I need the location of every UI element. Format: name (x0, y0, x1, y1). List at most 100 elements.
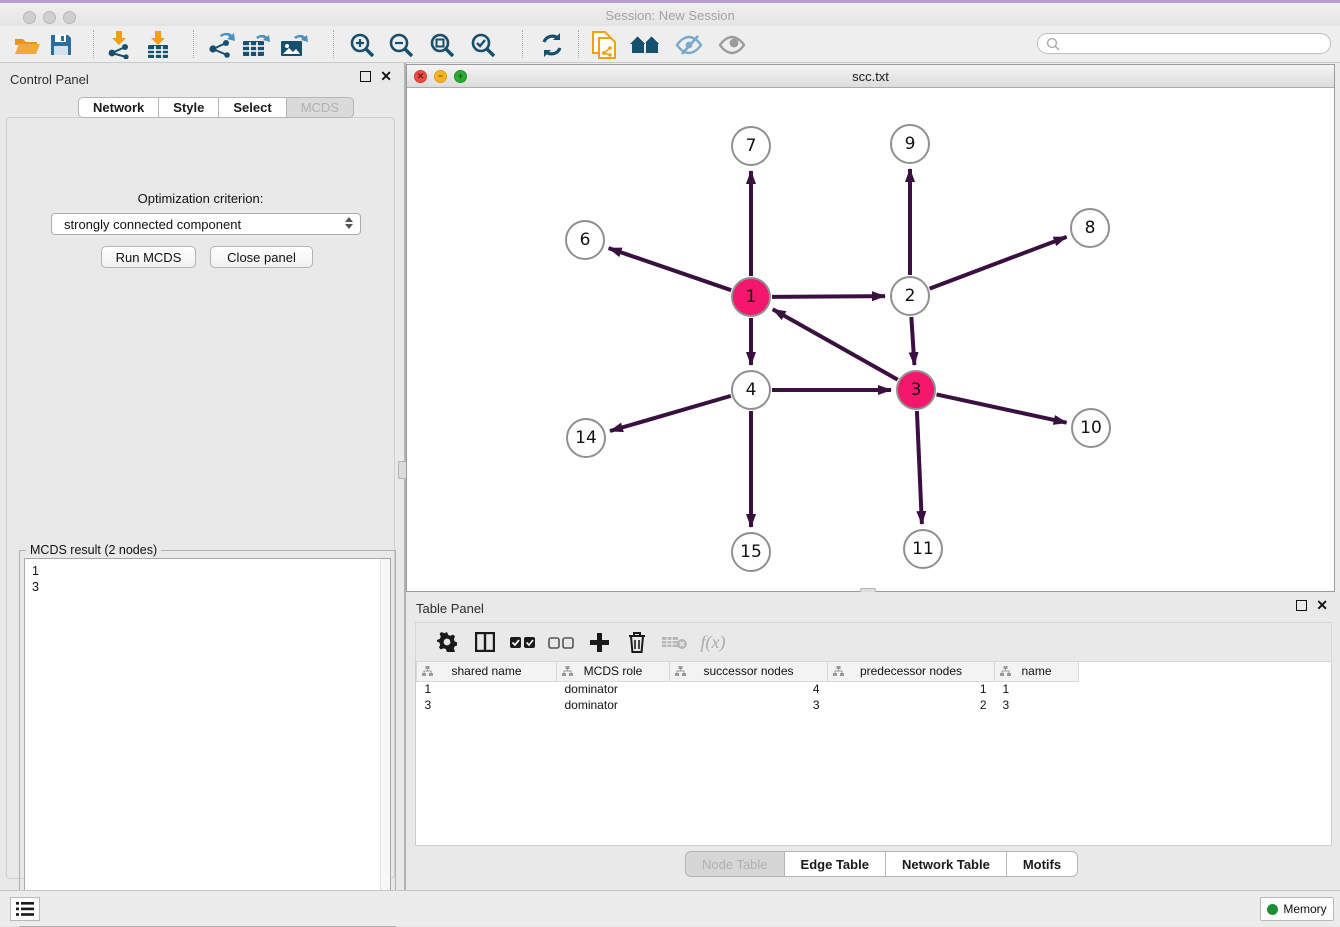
split-columns-icon[interactable] (466, 632, 504, 652)
select-all-checkboxes-icon[interactable] (504, 636, 542, 649)
refresh-icon[interactable] (534, 29, 570, 61)
graph-node-9[interactable]: 9 (890, 124, 930, 164)
hierarchy-icon (833, 666, 844, 680)
network-window-title: scc.txt (407, 69, 1334, 84)
table-cell[interactable]: 1 (417, 681, 557, 697)
table-cell[interactable]: 2 (828, 697, 995, 713)
task-history-button[interactable] (10, 897, 40, 921)
table-row[interactable]: 1dominator411 (417, 681, 1079, 697)
memory-button[interactable]: Memory (1260, 897, 1334, 921)
graph-edge-4-14[interactable] (610, 396, 731, 431)
table-cell[interactable]: 4 (670, 681, 828, 697)
graph-node-2[interactable]: 2 (890, 276, 930, 316)
column-header-successor-nodes[interactable]: successor nodes (670, 662, 828, 681)
table-cell[interactable]: dominator (557, 697, 670, 713)
mcds-panel: Optimization criterion: strongly connect… (6, 117, 395, 879)
zoom-out-icon[interactable] (383, 29, 419, 61)
save-session-icon[interactable] (43, 29, 79, 61)
table-cell[interactable]: 3 (417, 697, 557, 713)
result-scrollbar[interactable] (380, 559, 390, 921)
zoom-in-icon[interactable] (344, 29, 380, 61)
zoom-fit-icon[interactable] (424, 29, 460, 61)
tab-edge-table[interactable]: Edge Table (785, 851, 886, 877)
column-header-MCDS-role[interactable]: MCDS role (557, 662, 670, 681)
hierarchy-icon (422, 666, 433, 680)
graph-edge-3-11[interactable] (917, 411, 922, 524)
column-header-predecessor-nodes[interactable]: predecessor nodes (828, 662, 995, 681)
show-details-eye-icon[interactable] (714, 29, 750, 61)
hierarchy-icon (675, 666, 686, 680)
toolbar-separator (522, 30, 523, 58)
tab-mcds[interactable]: MCDS (287, 97, 354, 118)
graph-node-8[interactable]: 8 (1070, 208, 1110, 248)
edges-layer (407, 88, 1334, 591)
graph-node-11[interactable]: 11 (903, 529, 943, 569)
table-cell[interactable]: dominator (557, 681, 670, 697)
graph-node-14[interactable]: 14 (566, 418, 606, 458)
run-mcds-button[interactable]: Run MCDS (101, 246, 196, 268)
tab-node-table[interactable]: Node Table (685, 851, 785, 877)
network-view-window: ✕ − + scc.txt 7 9 6 8 1 2 4 3 14 10 15 11 (406, 64, 1335, 592)
graph-edge-3-10[interactable] (937, 394, 1067, 422)
search-input[interactable] (1037, 33, 1331, 54)
export-table-icon[interactable] (238, 29, 274, 61)
graph-edge-1-2[interactable] (772, 296, 885, 297)
graph-edge-2-8[interactable] (930, 237, 1067, 289)
table-row[interactable]: 3dominator323 (417, 697, 1079, 713)
table-panel-title: Table Panel (416, 601, 484, 616)
close-panel-button[interactable]: Close panel (210, 246, 313, 268)
list-icon (16, 902, 34, 916)
node-table-grid[interactable]: shared nameMCDS rolesuccessor nodesprede… (416, 662, 1079, 713)
close-table-panel-icon[interactable]: ✕ (1316, 600, 1328, 611)
network-canvas[interactable]: 7 9 6 8 1 2 4 3 14 10 15 11 (407, 88, 1334, 591)
tab-network[interactable]: Network (78, 97, 159, 118)
criterion-dropdown-value: strongly connected component (64, 217, 241, 232)
application-window: Session: New Session (0, 0, 1340, 926)
home-view-icon[interactable] (627, 29, 663, 61)
toolbar-separator (333, 30, 334, 58)
delete-column-icon[interactable] (618, 632, 656, 653)
mcds-result-textarea[interactable]: 13 (24, 558, 391, 922)
network-window-titlebar: ✕ − + scc.txt (407, 65, 1334, 88)
graph-edge-2-3[interactable] (911, 317, 914, 365)
criterion-dropdown[interactable]: strongly connected component (51, 213, 361, 235)
graph-edge-1-6[interactable] (609, 248, 731, 290)
tab-select[interactable]: Select (219, 97, 286, 118)
column-header-shared-name[interactable]: shared name (417, 662, 557, 681)
graph-node-3[interactable]: 3 (896, 370, 936, 410)
hide-details-eye-icon[interactable] (671, 29, 707, 61)
duplicate-network-icon[interactable] (586, 29, 622, 61)
float-panel-icon[interactable] (360, 71, 371, 82)
window-title: Session: New Session (0, 8, 1340, 23)
graph-node-6[interactable]: 6 (565, 220, 605, 260)
column-header-name[interactable]: name (995, 662, 1079, 681)
graph-node-10[interactable]: 10 (1071, 408, 1111, 448)
memory-label: Memory (1283, 902, 1326, 916)
close-panel-icon[interactable]: ✕ (380, 71, 392, 82)
float-table-panel-icon[interactable] (1296, 600, 1307, 611)
import-table-icon[interactable] (140, 29, 176, 61)
open-session-icon[interactable] (9, 29, 45, 61)
table-cell[interactable]: 3 (995, 697, 1079, 713)
table-cell[interactable]: 1 (828, 681, 995, 697)
result-line: 3 (32, 579, 390, 595)
graph-node-1[interactable]: 1 (731, 277, 771, 317)
table-cell[interactable]: 1 (995, 681, 1079, 697)
graph-node-4[interactable]: 4 (731, 370, 771, 410)
table-cell[interactable]: 3 (670, 697, 828, 713)
tab-motifs[interactable]: Motifs (1007, 851, 1078, 877)
add-column-icon[interactable] (580, 633, 618, 652)
tab-network-table[interactable]: Network Table (886, 851, 1007, 877)
table-panel: Table Panel ✕ f(x) shared nameMCDS rol (406, 592, 1340, 890)
deselect-all-checkboxes-icon[interactable] (542, 636, 580, 649)
tab-style[interactable]: Style (159, 97, 219, 118)
graph-node-15[interactable]: 15 (731, 532, 771, 572)
settings-gear-icon[interactable] (428, 632, 466, 652)
export-network-icon[interactable] (203, 29, 239, 61)
import-network-icon[interactable] (101, 29, 137, 61)
export-image-icon[interactable] (276, 29, 312, 61)
graph-node-7[interactable]: 7 (731, 126, 771, 166)
mcds-result-group: MCDS result (2 nodes) 13 (19, 550, 396, 927)
graph-edge-3-1[interactable] (773, 309, 898, 379)
zoom-selected-icon[interactable] (465, 29, 501, 61)
